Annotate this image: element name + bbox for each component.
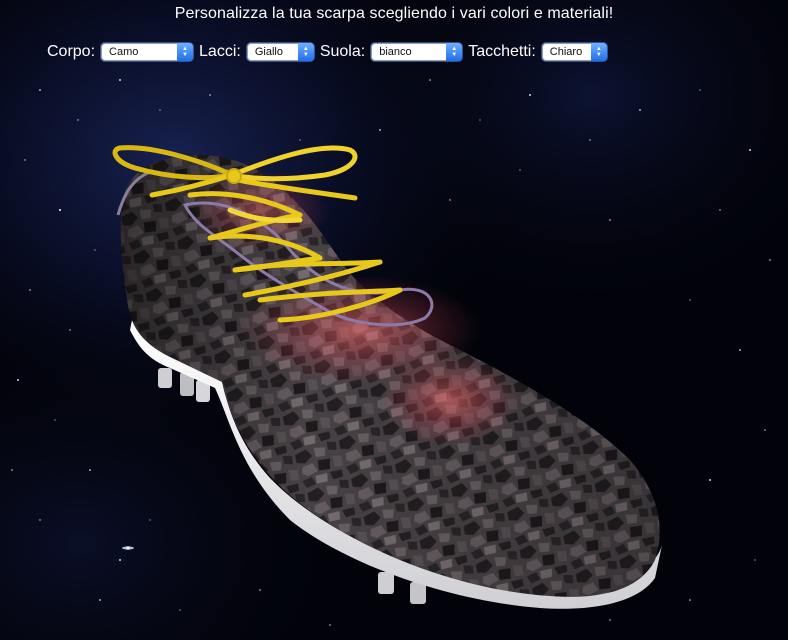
tacchetti-label: Tacchetti: [468, 43, 536, 60]
lacci-label: Lacci: [199, 43, 241, 60]
corpo-select-value: Camo [109, 46, 139, 58]
tacchetti-select-value: Chiaro [549, 46, 583, 58]
shoe-3d-viewport[interactable] [0, 0, 788, 640]
suola-label: Suola: [319, 43, 366, 60]
lacci-select[interactable]: Giallo ▲ ▼ [246, 43, 314, 61]
corpo-select[interactable]: Camo ▲ ▼ [101, 43, 194, 61]
chevron-updown-icon: ▲ ▼ [446, 43, 463, 61]
customization-controls: Corpo: Camo ▲ ▼ Lacci: Giallo ▲ ▼ Suola: b… [47, 41, 613, 63]
chevron-updown-icon: ▲ ▼ [297, 43, 314, 61]
page-heading: Personalizza la tua scarpa scegliendo i … [174, 5, 614, 22]
suola-select-value: bianco [379, 46, 412, 58]
lacci-select-value: Giallo [254, 46, 283, 58]
corpo-label: Corpo: [47, 43, 96, 60]
chevron-updown-icon: ▲ ▼ [177, 43, 194, 61]
suola-select[interactable]: bianco ▲ ▼ [371, 43, 463, 61]
chevron-updown-icon: ▲ ▼ [590, 43, 607, 61]
tacchetti-select[interactable]: Chiaro ▲ ▼ [541, 43, 607, 61]
